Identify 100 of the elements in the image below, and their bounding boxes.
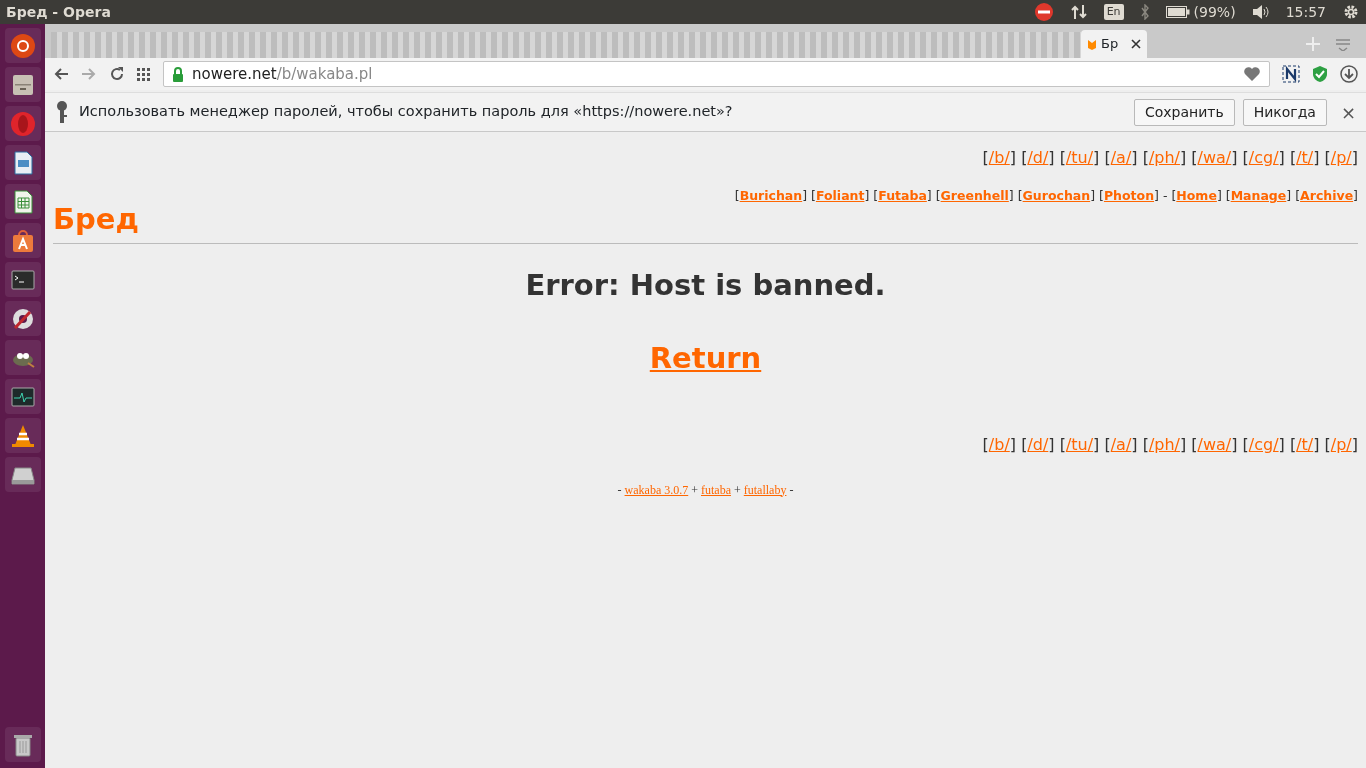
bracket: [ [1104,148,1111,167]
board-link[interactable]: /cg/ [1248,434,1279,454]
board-link[interactable]: /p/ [1330,148,1352,167]
style-link[interactable]: Futaba [878,188,927,203]
board-title: Бред [53,201,140,237]
bracket: ] [1313,434,1320,454]
lock-icon[interactable] [172,66,184,82]
board-link[interactable]: /tu/ [1065,148,1094,167]
footer-dash: - [789,482,794,497]
bracket: [ [873,188,879,203]
close-button[interactable]: × [1340,98,1356,126]
bracket: ] [1351,148,1358,167]
clock[interactable]: 15:57 [1285,1,1326,23]
bracket: [ [1142,434,1149,454]
board-link[interactable]: /d/ [1027,148,1049,167]
board-link[interactable]: /cg/ [1248,148,1279,167]
bracket: ] [1231,434,1238,454]
heart-icon[interactable] [1243,66,1261,82]
bracket: [ [1295,188,1301,203]
style-link[interactable]: Photon [1103,188,1155,203]
board-link[interactable]: /a/ [1110,434,1132,454]
return-link[interactable]: Return [649,341,762,376]
bracket: [ [1242,148,1249,167]
style-link[interactable]: Greenhell [940,188,1009,203]
board-link[interactable]: /tu/ [1065,434,1094,454]
bracket: ] [1009,148,1017,167]
bracket: ] [1009,434,1017,454]
bracket: [ [1059,434,1066,454]
back-icon[interactable] [53,66,69,82]
board-link[interactable]: /b/ [988,434,1010,454]
bracket: ] [1090,188,1096,203]
board-link[interactable]: /wa/ [1197,434,1232,454]
bracket: [ [1021,434,1028,454]
footer-dash: - [617,482,622,497]
board-link[interactable]: /a/ [1110,148,1132,167]
bracket: [ [1059,148,1066,167]
bracket: ] [1286,188,1292,203]
bluetooth-icon[interactable] [1139,4,1150,20]
board-link[interactable]: /ph/ [1148,434,1180,454]
bracket: [ [1242,434,1249,454]
network-arrows-icon[interactable] [1069,3,1088,21]
style-link[interactable]: Foliant [815,188,865,203]
password-prompt: Использовать менеджер паролей, чтобы сохранить пароль для «https://nowere.net»? [79,102,733,122]
key-icon [55,100,69,124]
no-entry-icon[interactable] [1033,2,1054,22]
grid-icon[interactable] [137,67,151,81]
footer-plus: + [691,482,698,497]
battery-icon[interactable] [1165,6,1190,18]
bracket: [ [982,434,989,454]
bracket: ] [1008,188,1014,203]
bracket: ] [1313,148,1320,167]
speaker-icon[interactable] [1251,4,1270,20]
bracket: [ [1142,148,1149,167]
never-button[interactable]: Никогда [1242,98,1327,126]
site-link[interactable]: Home [1176,188,1217,203]
site-link[interactable]: Manage [1230,188,1287,203]
bracket: ] [1278,434,1285,454]
browser-tab[interactable]: Бр [1081,30,1147,58]
bracket: [ [1324,148,1331,167]
bracket: ] [1131,434,1138,454]
tab-title: Бр [1101,35,1119,54]
bracket: ] [926,188,932,203]
keyboard-layout-indicator[interactable]: En [1103,4,1124,20]
bracket: [ [935,188,941,203]
footer-link[interactable]: futaba [701,482,731,497]
bracket: ] [1353,188,1358,203]
battery-percentage: (99%) [1193,2,1236,22]
gear-icon[interactable] [1342,3,1360,21]
board-link[interactable]: /wa/ [1197,148,1232,167]
download-icon[interactable] [1340,65,1358,83]
bracket: [ [1017,188,1023,203]
bracket: ] [1216,188,1222,203]
bracket: ] [1048,434,1055,454]
bracket: ] [1351,434,1358,454]
shield-icon[interactable] [1312,65,1328,83]
window-title: Бред - Opera [6,2,111,22]
bracket: [ [1289,148,1297,167]
footer-link[interactable]: futallaby [743,482,787,497]
ubuntu-logo-icon[interactable] [9,32,36,59]
board-link[interactable]: /ph/ [1148,148,1180,167]
footer-link[interactable]: wakaba 3.0.7 [624,482,689,497]
board-link[interactable]: /b/ [988,148,1010,167]
site-link[interactable]: Archive [1300,188,1354,203]
bracket: [ [1225,188,1231,203]
board-link[interactable]: /p/ [1330,434,1352,454]
close-icon[interactable] [1131,39,1141,49]
reload-icon[interactable] [109,66,125,82]
board-link[interactable]: /t/ [1296,148,1314,167]
footer-plus: + [734,482,741,497]
save-button[interactable]: Сохранить [1133,98,1235,126]
bracket: ] [1048,148,1055,167]
style-link[interactable]: Gurochan [1022,188,1091,203]
address-field[interactable]: nowere.net/b/wakaba.pl [163,61,1270,87]
board-link[interactable]: /t/ [1296,434,1314,454]
board-link[interactable]: /d/ [1027,434,1049,454]
style-link[interactable]: Burichan [739,188,803,203]
bracket: ] [1154,188,1159,203]
n-letter-icon[interactable] [1282,65,1300,83]
bracket: [ [1104,434,1111,454]
bracket: ] [1179,434,1187,454]
